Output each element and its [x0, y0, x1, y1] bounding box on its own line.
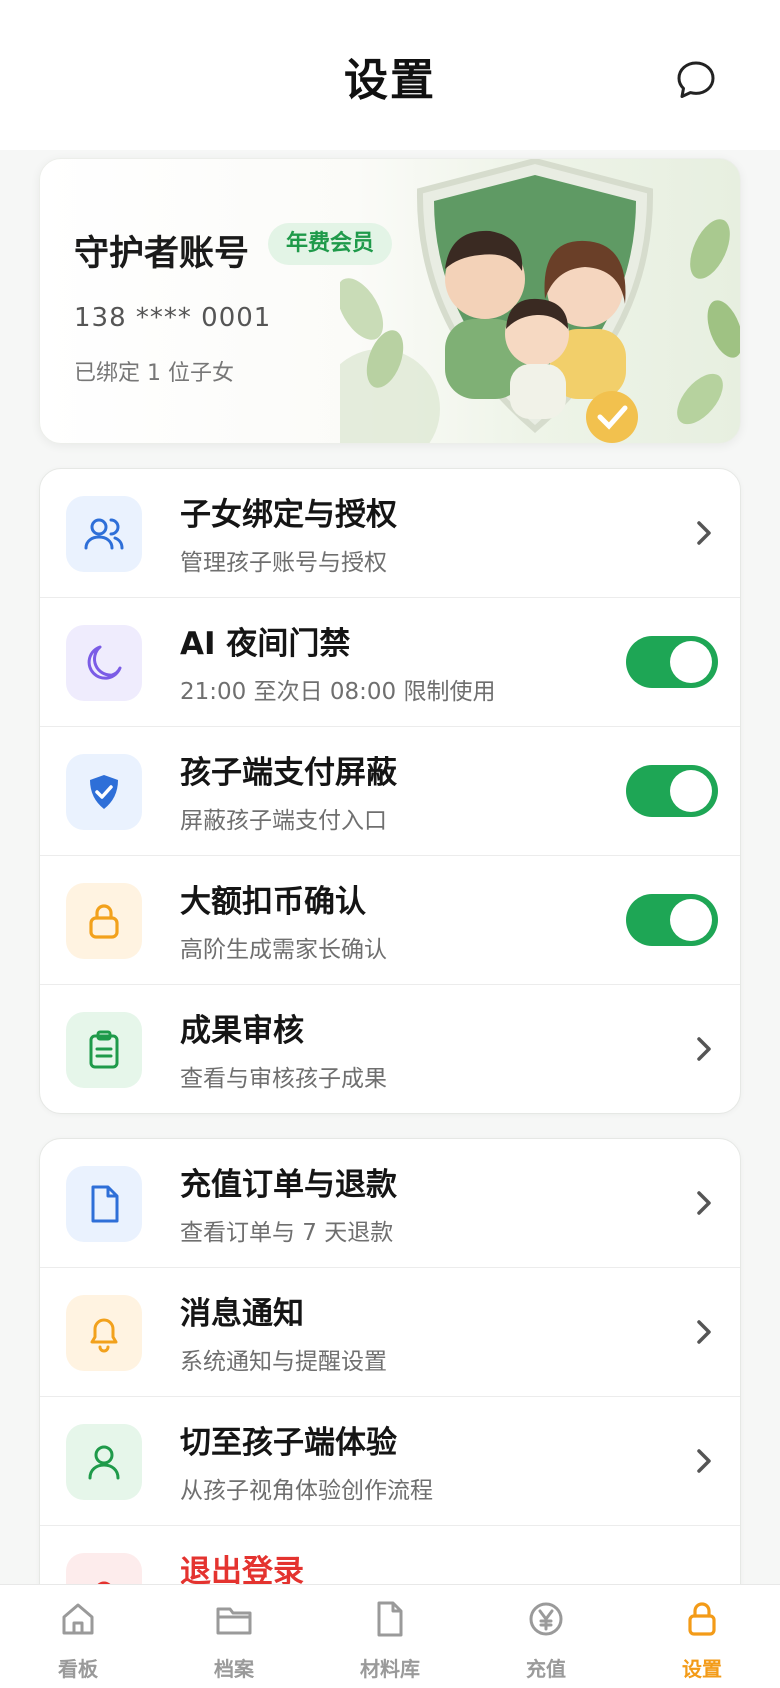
row-label: 切至孩子端体验 [180, 1425, 397, 1461]
yen-icon [529, 1602, 563, 1636]
tab-label: 设置 [682, 1657, 722, 1681]
moon-icon [66, 625, 142, 701]
row-sub: 查看与审核孩子成果 [180, 1066, 387, 1092]
chat-bubble-icon[interactable] [674, 58, 718, 102]
chevron-right-icon [697, 521, 711, 545]
toggle-knob [670, 641, 712, 683]
row-payment-block: 孩子端支付屏蔽 屏蔽孩子端支付入口 [40, 727, 740, 856]
header: 设置 [0, 0, 780, 150]
tab-label: 档案 [214, 1657, 254, 1681]
row-label: 消息通知 [180, 1296, 304, 1332]
large-deduction-toggle[interactable] [626, 894, 718, 946]
tab-settings[interactable]: 设置 [624, 1585, 780, 1688]
folder-icon [216, 1607, 252, 1635]
account-card[interactable]: 守护者账号 年费会员 138 **** 0001 已绑定 1 位子女 [39, 158, 741, 444]
settings-group-security: 子女绑定与授权 管理孩子账号与授权 AI 夜间门禁 21:00 至次日 08:0… [39, 468, 741, 1114]
tab-label: 看板 [58, 1657, 98, 1681]
row-sub: 21:00 至次日 08:00 限制使用 [180, 679, 496, 705]
shield-check-icon [66, 754, 142, 830]
row-notifications[interactable]: 消息通知 系统通知与提醒设置 [40, 1268, 740, 1397]
row-label: 充值订单与退款 [180, 1167, 397, 1203]
tab-dashboard[interactable]: 看板 [0, 1585, 156, 1688]
tab-materials[interactable]: 材料库 [312, 1585, 468, 1688]
row-sub: 从孩子视角体验创作流程 [180, 1478, 433, 1504]
row-sub: 系统通知与提醒设置 [180, 1349, 387, 1375]
row-label: 子女绑定与授权 [180, 497, 397, 533]
row-orders-refund[interactable]: 充值订单与退款 查看订单与 7 天退款 [40, 1139, 740, 1268]
tab-label: 充值 [526, 1657, 566, 1681]
lock-icon [66, 883, 142, 959]
family-shield-illustration [320, 159, 740, 443]
row-night-curfew: AI 夜间门禁 21:00 至次日 08:00 限制使用 [40, 598, 740, 727]
row-sub: 查看订单与 7 天退款 [180, 1220, 394, 1246]
lock-icon [688, 1602, 716, 1636]
row-label: AI 夜间门禁 [180, 626, 351, 662]
payment-block-toggle[interactable] [626, 765, 718, 817]
document-icon [66, 1166, 142, 1242]
chevron-right-icon [697, 1320, 711, 1344]
users-icon [66, 496, 142, 572]
chevron-right-icon [697, 1449, 711, 1473]
account-name: 守护者账号 [74, 234, 250, 274]
row-result-review[interactable]: 成果审核 查看与审核孩子成果 [40, 985, 740, 1113]
tab-recharge[interactable]: 充值 [468, 1585, 624, 1688]
row-label: 成果审核 [180, 1013, 304, 1049]
row-sub: 屏蔽孩子端支付入口 [180, 808, 387, 834]
file-icon [377, 1601, 403, 1637]
bottom-tab-bar: 看板 档案 材料库 充值 设置 [0, 1584, 780, 1688]
membership-badge: 年费会员 [268, 223, 393, 265]
account-phone: 138 **** 0001 [74, 303, 272, 333]
row-label: 大额扣币确认 [180, 884, 366, 920]
row-sub: 管理孩子账号与授权 [180, 550, 387, 576]
chevron-right-icon [697, 1037, 711, 1061]
toggle-knob [670, 899, 712, 941]
clipboard-icon [66, 1012, 142, 1088]
page-title: 设置 [344, 55, 436, 106]
bell-icon [66, 1295, 142, 1371]
row-switch-child-mode[interactable]: 切至孩子端体验 从孩子视角体验创作流程 [40, 1397, 740, 1526]
chevron-right-icon [697, 1191, 711, 1215]
tab-archive[interactable]: 档案 [156, 1585, 312, 1688]
row-sub: 高阶生成需家长确认 [180, 937, 387, 963]
night-curfew-toggle[interactable] [626, 636, 718, 688]
row-label: 孩子端支付屏蔽 [180, 755, 397, 791]
home-icon [62, 1603, 94, 1635]
bound-children-text: 已绑定 1 位子女 [74, 361, 234, 386]
toggle-knob [670, 770, 712, 812]
tab-label: 材料库 [360, 1657, 420, 1681]
row-child-binding[interactable]: 子女绑定与授权 管理孩子账号与授权 [40, 469, 740, 598]
row-large-deduction-confirm: 大额扣币确认 高阶生成需家长确认 [40, 856, 740, 985]
user-icon [66, 1424, 142, 1500]
